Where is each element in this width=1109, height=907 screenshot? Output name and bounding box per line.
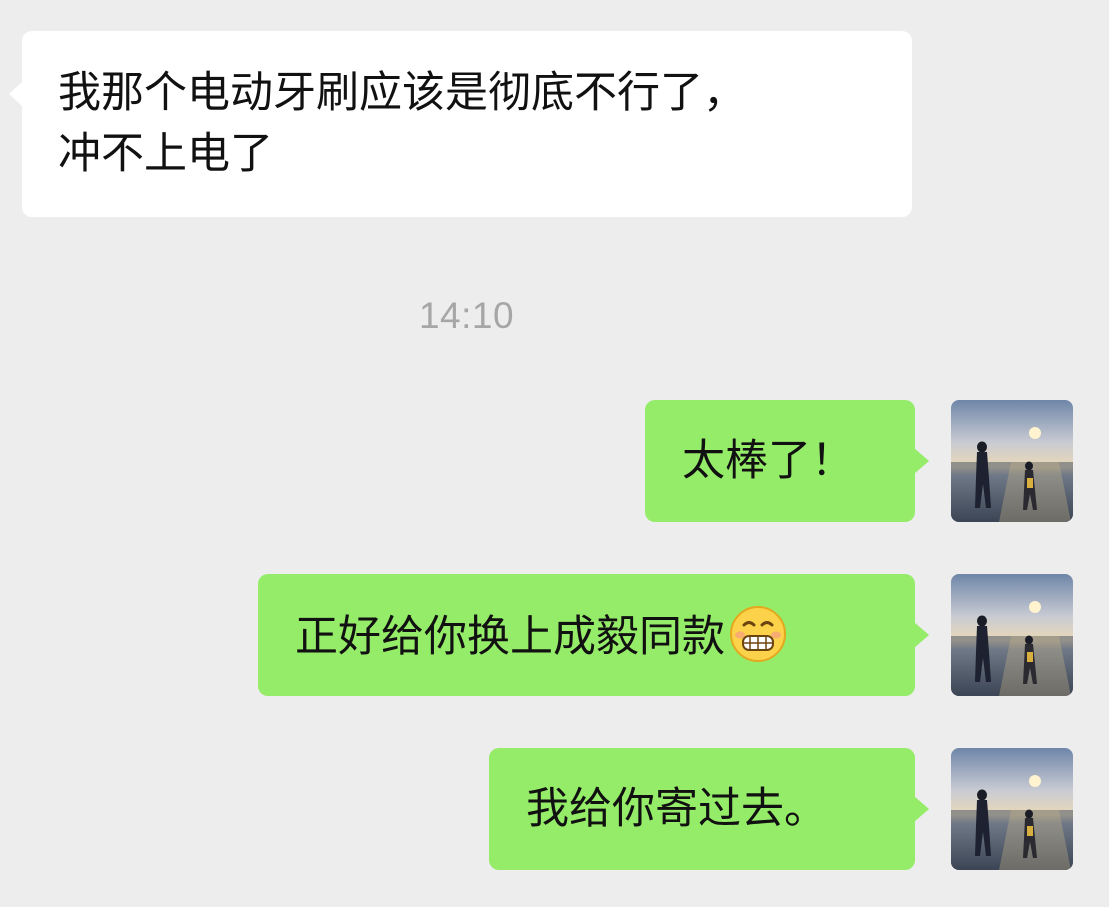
- bubble-tail: [914, 448, 929, 474]
- message-text: 我给你寄过去。: [526, 784, 827, 834]
- message-text: 正好给你换上成毅同款: [295, 605, 787, 668]
- message-bubble-outgoing[interactable]: 正好给你换上成毅同款: [258, 574, 929, 696]
- avatar-photo: [951, 574, 1073, 696]
- message-bubble-outgoing[interactable]: 我给你寄过去。: [489, 748, 929, 870]
- message-text: 我那个电动牙刷应该是彻底不行了， 冲不上电了: [58, 68, 746, 179]
- message-text: 太棒了！: [682, 436, 854, 486]
- message-bubble-incoming[interactable]: 我那个电动牙刷应该是彻底不行了， 冲不上电了: [9, 31, 912, 217]
- timestamp: 14:10: [418, 295, 515, 336]
- avatar[interactable]: [951, 748, 1073, 870]
- avatar[interactable]: [951, 574, 1073, 696]
- bubble-tail: [914, 796, 929, 822]
- avatar[interactable]: [951, 400, 1073, 522]
- bubble-tail: [9, 81, 23, 107]
- avatar-photo: [951, 748, 1073, 870]
- message-text-content: 正好给你换上成毅同款: [295, 612, 725, 662]
- bubble-tail: [914, 622, 929, 648]
- avatar-photo: [951, 400, 1073, 522]
- message-bubble-outgoing[interactable]: 太棒了！: [645, 400, 929, 522]
- grinning-face-emoji: [730, 606, 786, 662]
